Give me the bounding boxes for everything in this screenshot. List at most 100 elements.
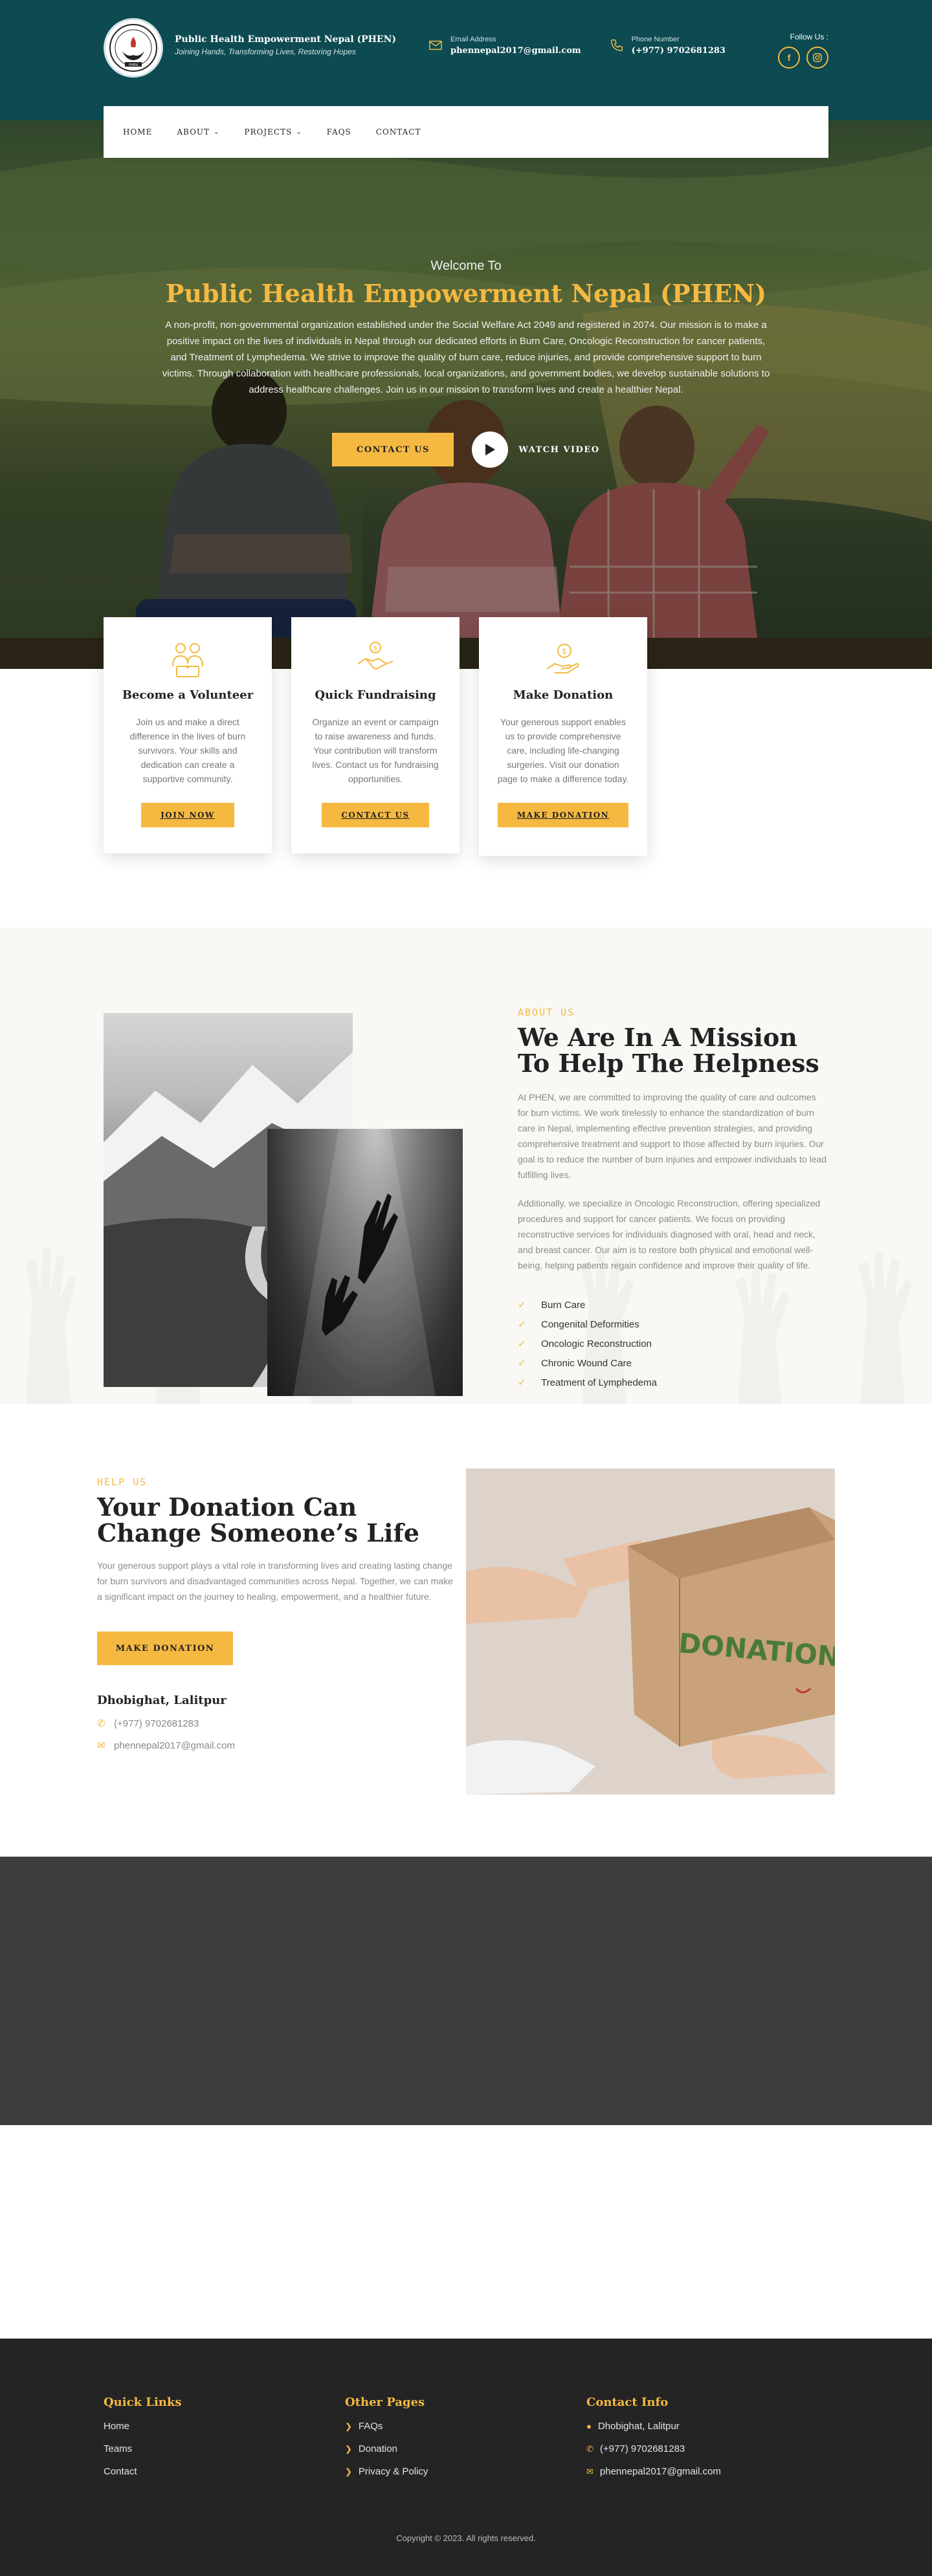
phone-icon: ✆ bbox=[586, 2443, 594, 2454]
svg-text:$: $ bbox=[373, 645, 377, 652]
phone-icon: ✆ bbox=[97, 1718, 105, 1729]
reaching-hands-image bbox=[267, 1129, 463, 1396]
check-icon: ✓ bbox=[518, 1358, 526, 1369]
handshake-icon: $ bbox=[308, 640, 443, 679]
top-bar-inner: PHEN Public Health Empowerment Nepal (PH… bbox=[104, 18, 828, 78]
check-icon: ✓ bbox=[518, 1300, 526, 1311]
help-make-donation-button[interactable]: MAKE DONATION bbox=[97, 1632, 233, 1665]
footer-other-pages: Other Pages ❯ FAQs ❯ Donation ❯ Privacy & P… bbox=[345, 2396, 428, 2477]
footer-link-teams[interactable]: Teams bbox=[104, 2443, 182, 2454]
nav-faqs[interactable]: FAQS bbox=[327, 127, 351, 136]
play-icon bbox=[485, 444, 496, 455]
card-contact-us-button[interactable]: CONTACT US bbox=[322, 803, 429, 827]
services-list: ✓ Burn Care ✓ Congenital Deformities ✓ Onco… bbox=[518, 1295, 828, 1392]
play-video-button[interactable] bbox=[472, 431, 509, 468]
list-item-label: Oncologic Reconstruction bbox=[541, 1338, 652, 1349]
help-email[interactable]: ✉ phennepal2017@gmail.com bbox=[97, 1740, 460, 1752]
phone-block[interactable]: Phone Number (+977) 9702681283 bbox=[610, 36, 726, 56]
copyright: Copyright © 2023. All rights reserved. bbox=[396, 2533, 536, 2543]
footer-link-contact[interactable]: Contact bbox=[104, 2466, 182, 2477]
email-block[interactable]: Email Address phennepal2017@gmail.com bbox=[428, 36, 581, 56]
card-volunteer-title: Become a Volunteer bbox=[122, 688, 254, 702]
card-volunteer: Become a Volunteer Join us and make a di… bbox=[104, 617, 272, 853]
nav-about[interactable]: ABOUT ⌄ bbox=[177, 127, 219, 136]
org-tagline: Joining Hands, Transforming Lives, Resto… bbox=[175, 47, 356, 56]
about-paragraph-2: Additionally, we specialize in Oncologic… bbox=[518, 1198, 821, 1271]
help-paragraph: Your generous support plays a vital role… bbox=[97, 1560, 453, 1602]
help-text: HELP US Your Donation Can Change Someone… bbox=[97, 1476, 460, 1751]
list-item-label: Chronic Wound Care bbox=[541, 1357, 632, 1369]
footer-phone[interactable]: ✆ (+977) 9702681283 bbox=[586, 2443, 721, 2454]
list-item-label: Burn Care bbox=[541, 1299, 586, 1311]
footer-email[interactable]: ✉ phennepal2017@gmail.com bbox=[586, 2466, 721, 2477]
join-now-button[interactable]: JOIN NOW bbox=[141, 803, 234, 827]
footer-link-faqs[interactable]: ❯ FAQs bbox=[345, 2421, 428, 2432]
footer-link-label: Privacy & Policy bbox=[358, 2466, 428, 2477]
card-donation-text: Your generous support enables us to prov… bbox=[497, 717, 629, 784]
email-icon bbox=[429, 40, 442, 50]
list-item: ✓ Chronic Wound Care bbox=[518, 1353, 828, 1373]
about-text: ABOUT US We Are In A Mission To Help The… bbox=[518, 1007, 828, 1392]
about-section: ABOUT US We Are In A Mission To Help The… bbox=[0, 928, 932, 1404]
main-nav: HOME ABOUT ⌄ PROJECTS ⌄ FAQS CONTACT bbox=[104, 106, 828, 158]
instagram-icon[interactable] bbox=[806, 47, 828, 69]
social-links: f bbox=[778, 47, 828, 69]
hero-title: Public Health Empowerment Nepal (PHEN) bbox=[165, 279, 767, 308]
logo[interactable]: PHEN bbox=[104, 18, 163, 78]
chevron-down-icon: ⌄ bbox=[214, 128, 220, 136]
help-phone-value: (+977) 9702681283 bbox=[114, 1718, 199, 1729]
hero-actions: CONTACT US WATCH VIDEO bbox=[0, 431, 932, 468]
help-phone[interactable]: ✆ (+977) 9702681283 bbox=[97, 1718, 460, 1730]
help-email-value: phennepal2017@gmail.com bbox=[114, 1740, 236, 1751]
footer-link-privacy[interactable]: ❯ Privacy & Policy bbox=[345, 2466, 428, 2477]
donation-hand-icon: $ bbox=[496, 640, 630, 679]
follow-us: Follow Us : f bbox=[778, 32, 828, 69]
blank-section bbox=[0, 2125, 932, 2339]
footer-location-value: Dhobighat, Lalitpur bbox=[597, 2421, 680, 2432]
watch-video-link[interactable]: WATCH VIDEO bbox=[518, 445, 599, 455]
nav-home[interactable]: HOME bbox=[123, 127, 152, 136]
nav-projects-label: PROJECTS bbox=[244, 127, 293, 136]
svg-text:$: $ bbox=[562, 647, 567, 656]
chevron-down-icon: ⌄ bbox=[296, 128, 302, 136]
check-icon: ✓ bbox=[518, 1319, 526, 1330]
email-icon: ✉ bbox=[97, 1740, 105, 1751]
about-kicker: ABOUT US bbox=[518, 1007, 575, 1018]
footer-link-donation[interactable]: ❯ Donation bbox=[345, 2443, 428, 2454]
phone-icon bbox=[610, 39, 623, 51]
action-cards-section: Become a Volunteer Join us and make a di… bbox=[0, 617, 932, 928]
phone-label: Phone Number bbox=[631, 35, 680, 43]
phone-value[interactable]: (+977) 9702681283 bbox=[632, 46, 726, 56]
hero-contact-button[interactable]: CONTACT US bbox=[332, 433, 454, 466]
list-item: ✓ Treatment of Lymphedema bbox=[518, 1373, 828, 1392]
footer-quick-links: Quick Links Home Teams Contact bbox=[104, 2396, 182, 2477]
volunteer-icon bbox=[120, 640, 255, 679]
footer-email-value: phennepal2017@gmail.com bbox=[599, 2466, 721, 2477]
other-pages-title: Other Pages bbox=[345, 2396, 425, 2409]
card-fundraising: $ Quick Fundraising Organize an event or… bbox=[291, 617, 460, 853]
donation-box-image: DONATION bbox=[466, 1468, 835, 1795]
nav-contact[interactable]: CONTACT bbox=[376, 127, 421, 136]
card-make-donation-button[interactable]: MAKE DONATION bbox=[497, 803, 629, 827]
list-item: ✓ Oncologic Reconstruction bbox=[518, 1334, 828, 1353]
nav-projects[interactable]: PROJECTS ⌄ bbox=[244, 127, 302, 136]
hero-description: A non-profit, non-governmental organizat… bbox=[162, 320, 770, 395]
list-item: ✓ Congenital Deformities bbox=[518, 1315, 828, 1334]
top-bar: PHEN Public Health Empowerment Nepal (PH… bbox=[0, 0, 932, 120]
email-icon: ✉ bbox=[586, 2466, 594, 2476]
hero-welcome: Welcome To bbox=[430, 259, 502, 273]
email-value[interactable]: phennepal2017@gmail.com bbox=[450, 46, 581, 56]
facebook-icon[interactable]: f bbox=[778, 47, 800, 69]
org-name: Public Health Empowerment Nepal (PHEN) bbox=[175, 34, 396, 45]
footer-contact-info: Contact Info ● Dhobighat, Lalitpur ✆ (+977… bbox=[586, 2396, 721, 2477]
card-fundraising-text: Organize an event or campaign to raise a… bbox=[312, 717, 439, 784]
list-item-label: Congenital Deformities bbox=[541, 1318, 639, 1330]
footer-phone-value: (+977) 9702681283 bbox=[599, 2443, 685, 2454]
contact-info-title: Contact Info bbox=[586, 2396, 669, 2409]
nav-contact-label: CONTACT bbox=[375, 127, 421, 136]
nav-home-label: HOME bbox=[123, 127, 153, 136]
about-paragraph-1: At PHEN, we are committed to improving t… bbox=[518, 1092, 827, 1180]
brand: Public Health Empowerment Nepal (PHEN) J… bbox=[175, 34, 396, 56]
footer-link-home[interactable]: Home bbox=[104, 2421, 182, 2432]
check-icon: ✓ bbox=[518, 1338, 526, 1349]
